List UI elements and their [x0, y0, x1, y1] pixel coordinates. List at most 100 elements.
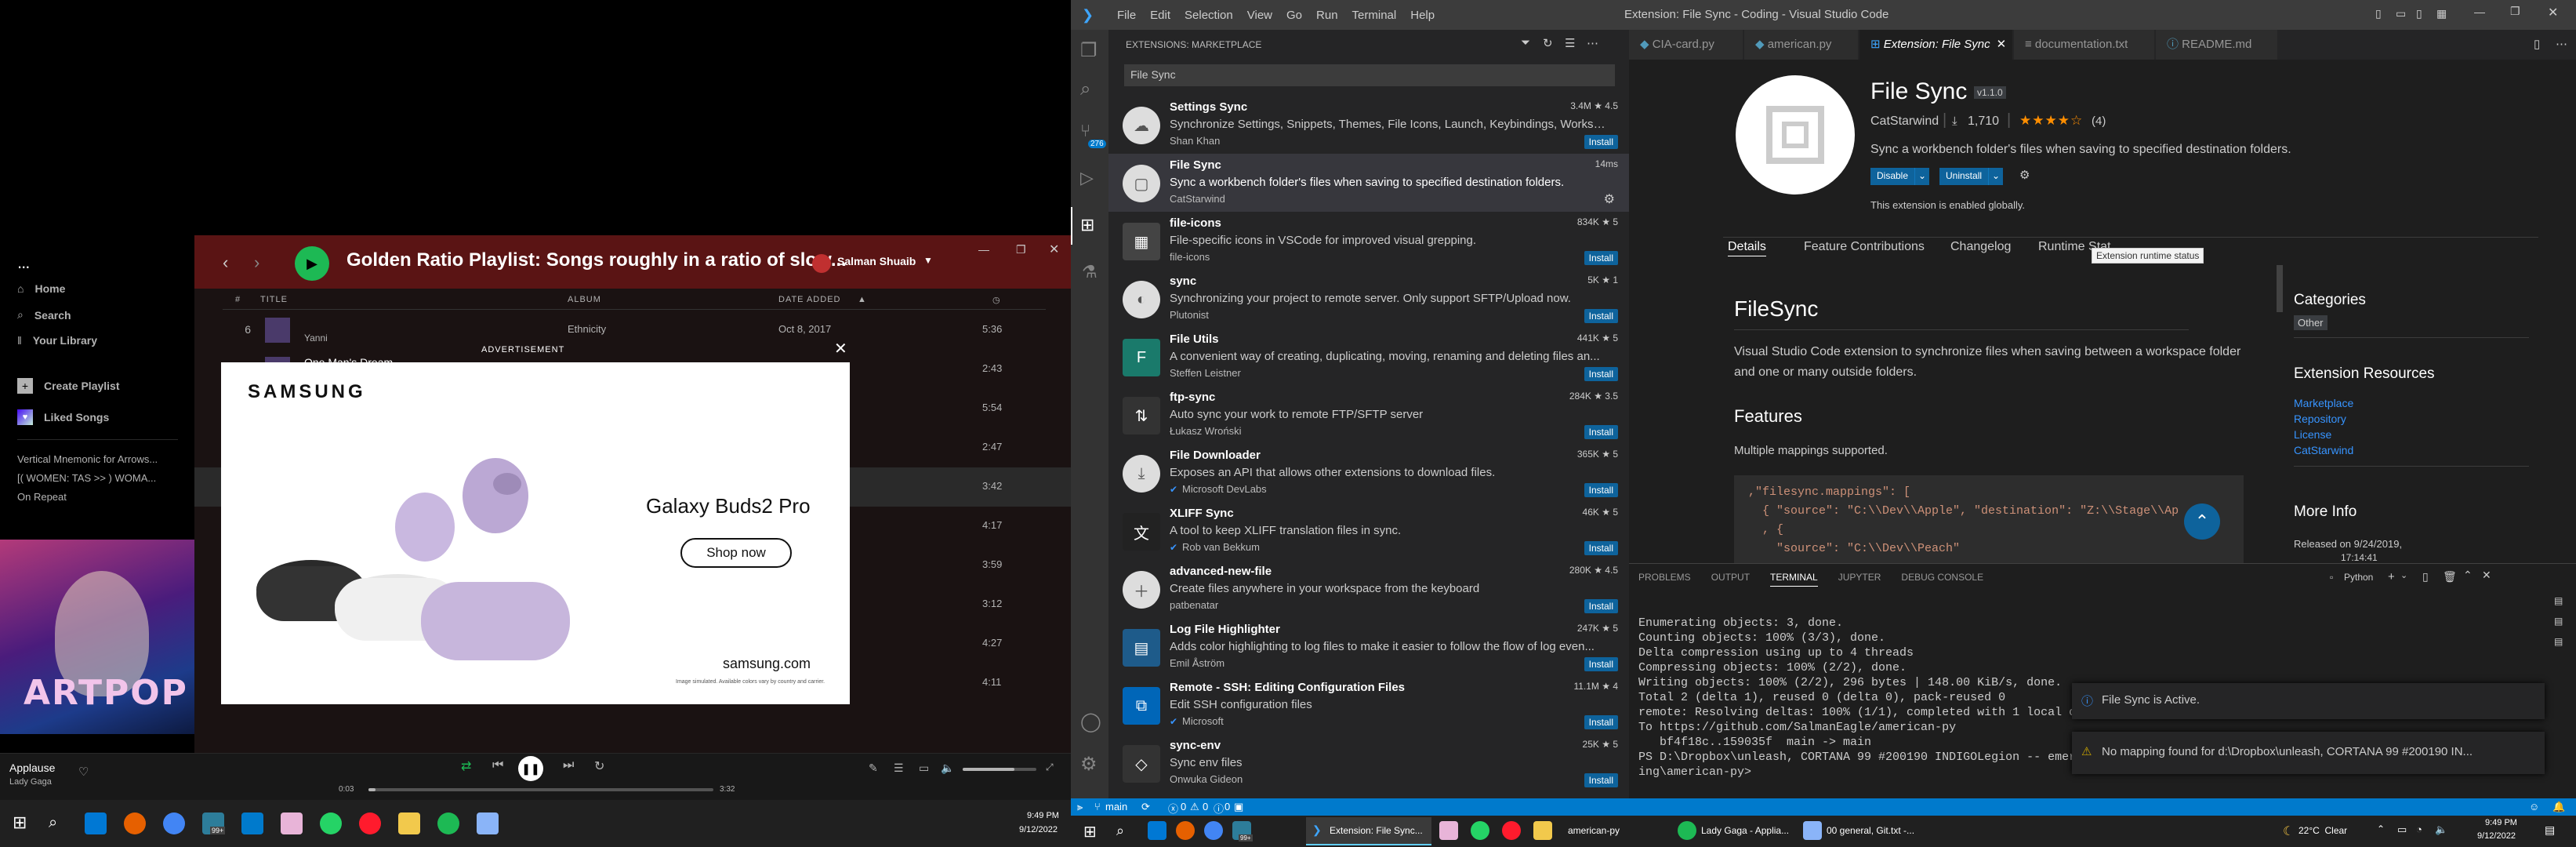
link-repository[interactable]: Repository [2294, 413, 2346, 425]
fullscreen-icon[interactable]: ⤢ [1046, 762, 1054, 773]
new-terminal-icon[interactable]: + [2388, 570, 2395, 583]
install-button[interactable]: Install [1584, 715, 1618, 729]
extension-publisher[interactable]: file-icons [1170, 251, 1210, 263]
pause-icon[interactable]: ❚❚ [518, 756, 543, 781]
install-button[interactable]: Install [1584, 309, 1618, 323]
clock-time[interactable]: 9:49 PM [1027, 811, 1059, 820]
notes-icon[interactable] [477, 812, 499, 834]
explorer-icon[interactable]: ❐ [1080, 39, 1098, 62]
taskbar-app-spotify[interactable]: Lady Gaga - Applia... [1678, 817, 1803, 845]
search-icon[interactable]: ⌕ [1080, 78, 1090, 100]
scrollbar[interactable] [2277, 265, 2283, 312]
toggle-sidebar-icon[interactable]: ▯ [2375, 7, 2382, 20]
maximize-panel-icon[interactable]: ⌃ [2463, 569, 2473, 582]
extension-publisher[interactable]: CatStarwind [1170, 193, 1225, 205]
settings-gear-icon[interactable]: ⚙ [1604, 191, 1615, 207]
testing-icon[interactable]: ⚗ [1082, 262, 1098, 282]
nav-home[interactable]: ⌂ Home [17, 282, 65, 295]
back-icon[interactable]: ‹ [223, 253, 228, 273]
install-button[interactable]: Install [1584, 367, 1618, 381]
lyrics-icon[interactable]: ✎ [869, 762, 878, 775]
menu-icon[interactable]: ... [17, 253, 30, 273]
install-button[interactable]: Install [1584, 657, 1618, 671]
panel-tab-output[interactable]: OUTPUT [1711, 572, 1750, 587]
album-art[interactable]: ARTPOP [0, 540, 194, 734]
minimize-icon[interactable]: — [978, 243, 989, 256]
spotify-icon[interactable] [437, 812, 459, 834]
opera-icon[interactable] [1502, 821, 1521, 840]
terminal-instance-icon[interactable]: ▤ [2554, 595, 2563, 606]
col-title[interactable]: TITLE [260, 295, 288, 304]
extension-item[interactable]: ⧉ Remote - SSH: Editing Configuration Fil… [1108, 676, 1629, 734]
chevron-down-icon[interactable]: ⌄ [1914, 168, 1929, 185]
extension-item[interactable]: ▦ file-icons File-specific icons in VSCode… [1108, 212, 1629, 270]
remote-icon[interactable]: ⫸ [1077, 801, 1083, 813]
extension-publisher[interactable]: Steffen Leistner [1170, 367, 1241, 379]
tab-extension-file-sync[interactable]: ⊞ Extension: File Sync ✕ [1859, 30, 2013, 60]
tab-readme[interactable]: ⓘ README.md [2156, 30, 2278, 60]
rating-stars[interactable]: ★★★★☆ [2019, 113, 2083, 129]
previous-icon[interactable]: ⏮ [492, 758, 503, 772]
extension-item[interactable]: ◇ sync-env Sync env files Onwuka Gideon 25K … [1108, 734, 1629, 792]
tab-cia-card[interactable]: ◆ CIA-card.py [1629, 30, 1743, 60]
now-playing-title[interactable]: Applause [9, 762, 55, 774]
menu-file[interactable]: File [1110, 9, 1143, 22]
menu-view[interactable]: View [1240, 9, 1279, 22]
extension-publisher[interactable]: Plutonist [1170, 309, 1209, 321]
extension-search-input[interactable]: File Sync [1124, 64, 1615, 86]
playlist-item[interactable]: [( WOMEN: TAS >> ) WOMA... [17, 472, 182, 484]
category-badge[interactable]: Other [2294, 315, 2327, 330]
nav-search[interactable]: ⌕ Search [17, 308, 71, 322]
forward-icon[interactable]: › [254, 253, 259, 273]
extension-item[interactable]: 文 XLIFF Sync A tool to keep XLIFF translat… [1108, 502, 1629, 560]
photos-icon[interactable] [1439, 821, 1458, 840]
settings-gear-icon[interactable]: ⚙ [1080, 753, 1098, 776]
settings-gear-icon[interactable]: ⚙ [2019, 168, 2030, 182]
extension-publisher[interactable]: Onwuka Gideon [1170, 773, 1243, 785]
clock-date[interactable]: 9/12/2022 [1019, 825, 1058, 834]
search-icon[interactable]: ⌕ [49, 814, 57, 832]
playlist-item[interactable]: Vertical Mnemonic for Arrows... [17, 453, 182, 465]
extension-item[interactable]: ▢ File Sync Sync a workbench folder's file… [1108, 154, 1629, 212]
windows-icon[interactable]: ⊞ [1083, 822, 1097, 842]
account-icon[interactable]: ☺ [2529, 801, 2539, 812]
uninstall-button[interactable]: Uninstall ⌄ [1939, 168, 2004, 185]
extension-publisher[interactable]: CatStarwind [1870, 115, 1939, 129]
close-icon[interactable]: ✕ [1049, 242, 1059, 257]
edge-icon[interactable] [85, 812, 107, 834]
panel-tab-problems[interactable]: PROBLEMS [1638, 572, 1691, 587]
firefox-icon[interactable] [1176, 821, 1195, 840]
split-editor-icon[interactable]: ▯ [2534, 37, 2540, 51]
next-icon[interactable]: ⏭ [563, 758, 574, 772]
notification-info[interactable]: ⓘ File Sync is Active. [2072, 683, 2545, 719]
terminal-kind[interactable]: Python [2344, 572, 2373, 583]
liked-songs-button[interactable]: ♥ Liked Songs [17, 409, 109, 425]
clock-date[interactable]: 9/12/2022 [2477, 831, 2516, 841]
chevron-down-icon[interactable]: ▼ [923, 255, 933, 266]
notifications-icon[interactable]: ▤ [2545, 823, 2555, 837]
whatsapp-icon[interactable] [1471, 821, 1489, 840]
nav-library[interactable]: ‖ Your Library [17, 334, 97, 347]
toggle-secondary-icon[interactable]: ▯ [2416, 7, 2422, 20]
error-count[interactable]: 0 [1181, 801, 1186, 812]
toggle-panel-icon[interactable]: ▭ [2396, 7, 2406, 20]
col-date[interactable]: DATE ADDED [778, 295, 840, 304]
col-album[interactable]: ALBUM [568, 295, 601, 304]
repeat-icon[interactable]: ↻ [594, 758, 604, 774]
chrome-icon[interactable] [163, 812, 185, 834]
panel-tab-debug-console[interactable]: DEBUG CONSOLE [1901, 572, 1983, 587]
samsung-ad[interactable]: SAMSUNG Galaxy Buds2 Pro Shop now samsun… [221, 362, 850, 704]
menu-help[interactable]: Help [1403, 9, 1442, 22]
bell-icon[interactable]: 🔔 [2552, 801, 2565, 813]
info-count[interactable]: 0 [1225, 801, 1230, 812]
extension-item[interactable]: ＋ advanced-new-file Create files anywhere … [1108, 560, 1629, 618]
menu-run[interactable]: Run [1309, 9, 1345, 22]
avatar[interactable] [812, 254, 831, 273]
extension-publisher[interactable]: Łukasz Wroński [1170, 425, 1242, 437]
volume-slider[interactable] [963, 768, 1036, 771]
more-actions-icon[interactable]: ⋯ [2556, 37, 2567, 51]
scroll-top-icon[interactable]: ⌃ [2184, 503, 2220, 540]
tab-feature-contributions[interactable]: Feature Contributions [1804, 240, 1925, 254]
chevron-up-icon[interactable]: ⌃ [2377, 823, 2385, 834]
extension-publisher[interactable]: Emil Åström [1170, 657, 1225, 669]
